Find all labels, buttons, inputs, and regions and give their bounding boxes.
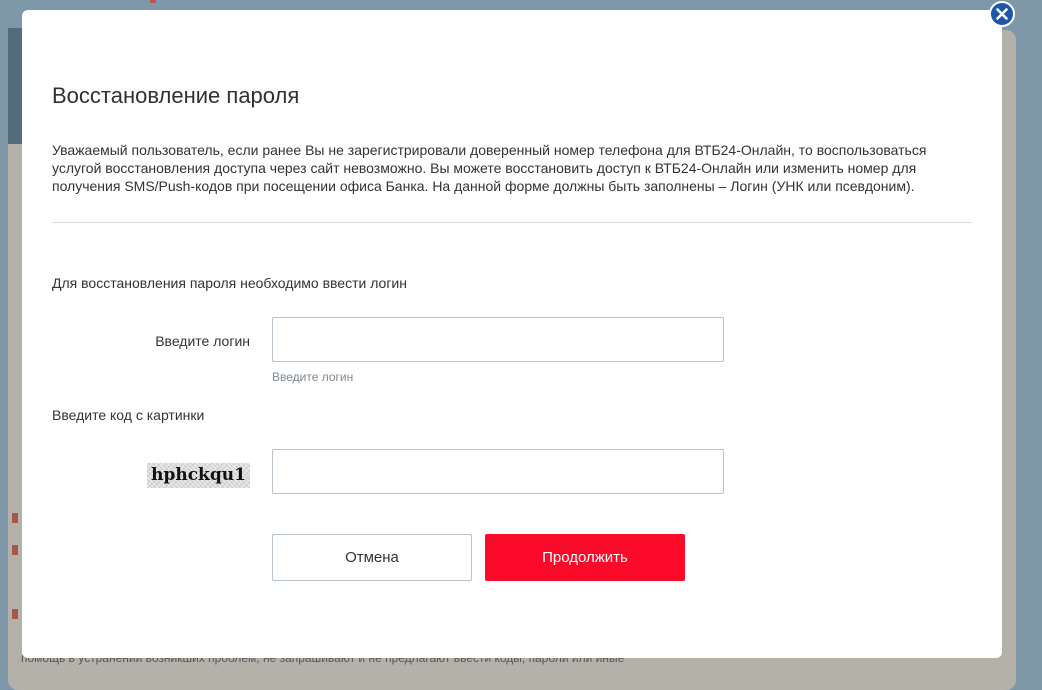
background-link-fragment <box>150 0 156 3</box>
close-button[interactable] <box>989 1 1015 27</box>
cancel-button[interactable]: Отмена <box>272 534 472 581</box>
close-icon <box>996 8 1008 20</box>
captcha-input[interactable] <box>272 449 724 494</box>
login-hint: Введите логин <box>272 370 354 384</box>
background-marker <box>12 609 18 619</box>
background-marker <box>12 545 18 555</box>
captcha-image: hphckqu1 <box>147 463 250 488</box>
instruction-text: Для восстановления пароля необходимо вве… <box>52 275 407 291</box>
continue-button[interactable]: Продолжить <box>485 534 685 581</box>
background-marker <box>12 513 18 523</box>
captcha-label: Введите код с картинки <box>52 407 205 423</box>
modal-title: Восстановление пароля <box>52 83 300 108</box>
password-recovery-modal: Восстановление пароля Уважаемый пользова… <box>22 10 1002 658</box>
login-label: Введите логин <box>155 333 250 349</box>
divider <box>52 222 972 223</box>
login-input[interactable] <box>272 317 724 362</box>
modal-description: Уважаемый пользователь, если ранее Вы не… <box>52 142 927 194</box>
